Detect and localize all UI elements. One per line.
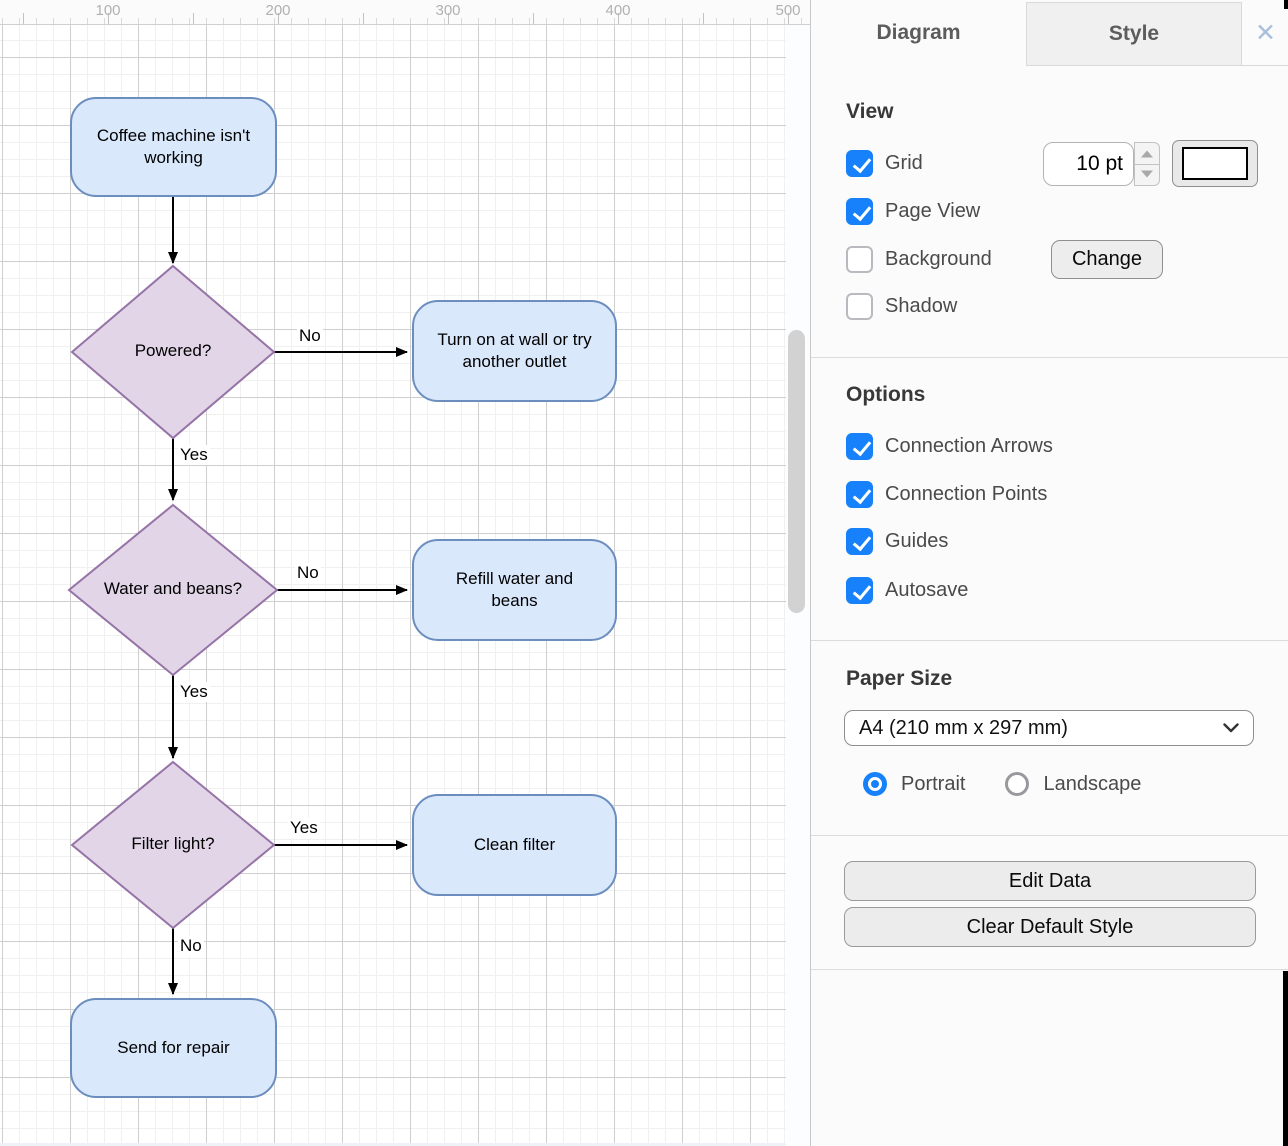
drawio-window: 100 200 300 400 500: [0, 0, 1288, 1146]
paper-size-section-title: Paper Size: [846, 667, 952, 691]
guides-checkbox[interactable]: [846, 528, 873, 555]
page-view-label: Page View: [885, 200, 980, 223]
landscape-label: Landscape: [1043, 773, 1141, 796]
autosave-checkbox[interactable]: [846, 577, 873, 604]
node-send-for-repair[interactable]: Send for repair: [70, 998, 277, 1098]
connection-points-checkbox[interactable]: [846, 481, 873, 508]
portrait-label: Portrait: [901, 773, 965, 796]
edge-label-no[interactable]: No: [297, 326, 323, 346]
edit-data-button[interactable]: Edit Data: [844, 861, 1256, 901]
tab-style[interactable]: Style: [1026, 2, 1242, 66]
section-divider: [811, 835, 1288, 836]
connection-arrows-checkbox[interactable]: [846, 433, 873, 460]
connection-arrows-label: Connection Arrows: [885, 435, 1053, 458]
node-refill-water-beans[interactable]: Refill water and beans: [412, 539, 617, 641]
grid-size-stepper[interactable]: [1134, 142, 1160, 186]
options-section-title: Options: [846, 383, 925, 407]
grid-color-value: [1182, 147, 1248, 180]
grid-size-input[interactable]: [1043, 142, 1134, 186]
canvas-vertical-scrollbar[interactable]: [788, 330, 805, 613]
background-checkbox[interactable]: [846, 246, 873, 273]
decision-powered[interactable]: Powered?: [73, 341, 273, 361]
clear-default-style-button[interactable]: Clear Default Style: [844, 907, 1256, 947]
background-label: Background: [885, 248, 992, 271]
edge-label-yes[interactable]: Yes: [178, 445, 210, 465]
close-icon: ✕: [1255, 18, 1276, 47]
diagram-canvas[interactable]: 100 200 300 400 500: [0, 0, 810, 1146]
grid-checkbox[interactable]: [846, 150, 873, 177]
orientation-radio-group: Portrait Landscape: [863, 772, 1141, 796]
decision-filter-light[interactable]: Filter light?: [73, 834, 273, 854]
change-background-button[interactable]: Change: [1051, 240, 1163, 279]
node-clean-filter[interactable]: Clean filter: [412, 794, 617, 896]
panel-close-button[interactable]: ✕: [1242, 0, 1288, 66]
landscape-radio[interactable]: [1005, 772, 1029, 796]
connection-points-label: Connection Points: [885, 483, 1047, 506]
edge-label-yes[interactable]: Yes: [178, 682, 210, 702]
grid-label: Grid: [885, 152, 923, 175]
window-corner: [1284, 0, 1288, 9]
shadow-checkbox[interactable]: [846, 293, 873, 320]
stepper-down-icon[interactable]: [1134, 164, 1160, 187]
autosave-label: Autosave: [885, 579, 968, 602]
page-view-checkbox[interactable]: [846, 198, 873, 225]
section-divider: [811, 969, 1288, 970]
grid-color-swatch[interactable]: [1172, 140, 1258, 187]
paper-size-value: A4 (210 mm x 297 mm): [859, 717, 1223, 740]
format-panel: Diagram Style ✕ View Grid Page View B: [810, 0, 1288, 1146]
format-tabbar: Diagram Style ✕: [811, 0, 1288, 66]
guides-label: Guides: [885, 530, 948, 553]
shadow-label: Shadow: [885, 295, 957, 318]
window-edge: [1283, 971, 1288, 1146]
tab-diagram[interactable]: Diagram: [811, 0, 1026, 66]
stepper-up-icon[interactable]: [1134, 142, 1160, 164]
chevron-down-icon: [1223, 723, 1239, 733]
edge-label-no[interactable]: No: [295, 563, 321, 583]
section-divider: [811, 640, 1288, 641]
node-turn-on-at-wall[interactable]: Turn on at wall or try another outlet: [412, 300, 617, 402]
paper-size-select[interactable]: A4 (210 mm x 297 mm): [844, 710, 1254, 746]
node-start[interactable]: Coffee machine isn't working: [70, 97, 277, 197]
edge-label-yes[interactable]: Yes: [288, 818, 320, 838]
view-section-title: View: [846, 100, 893, 124]
edge-label-no[interactable]: No: [178, 936, 204, 956]
section-divider: [811, 357, 1288, 358]
portrait-radio[interactable]: [863, 772, 887, 796]
decision-water-and-beans[interactable]: Water and beans?: [73, 579, 273, 599]
